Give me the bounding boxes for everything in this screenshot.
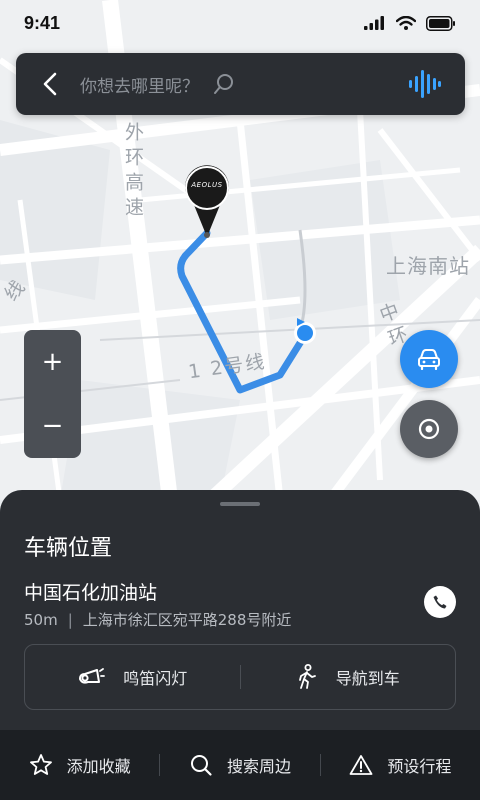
distance-text: 50m — [24, 610, 58, 629]
brand-logo: AEOLUS — [191, 181, 223, 189]
phone-icon — [433, 595, 447, 609]
battery-icon — [426, 15, 455, 31]
search-bar[interactable]: 你想去哪里呢？ — [16, 53, 465, 115]
preset-trip-label: 预设行程 — [387, 757, 452, 776]
preset-trip-tab[interactable]: 预设行程 — [321, 730, 480, 800]
search-nearby-label: 搜索周边 — [226, 757, 291, 776]
zoom-controls: + − — [24, 330, 81, 458]
chevron-left-icon — [43, 72, 57, 96]
car-location-marker[interactable]: AEOLUS — [184, 165, 230, 239]
navigate-to-car-button[interactable]: 导航到车 — [241, 645, 456, 709]
my-location-button[interactable] — [400, 400, 458, 458]
back-button[interactable] — [28, 53, 72, 115]
star-icon — [29, 754, 52, 775]
zoom-out-button[interactable]: − — [24, 394, 81, 458]
target-icon — [418, 418, 440, 440]
vehicle-actions: 鸣笛闪灯 导航到车 — [24, 644, 456, 710]
map-label-station: 上海南站 — [386, 254, 470, 278]
car-locate-button[interactable] — [400, 330, 458, 388]
walking-icon — [298, 664, 316, 689]
vehicle-location-sheet: 车辆位置 中国石化加油站 50m | 上海市徐汇区宛平路288号附近 鸣笛闪灯 … — [0, 490, 480, 730]
horn-icon — [79, 668, 106, 684]
search-input[interactable]: 你想去哪里呢？ — [80, 72, 199, 97]
search-icon[interactable] — [213, 73, 235, 95]
navigate-to-car-label: 导航到车 — [335, 669, 400, 688]
search-nearby-tab[interactable]: 搜索周边 — [160, 730, 319, 800]
search-icon — [190, 755, 212, 776]
address-separator: | — [67, 610, 73, 629]
horn-flash-label: 鸣笛闪灯 — [123, 669, 188, 688]
sheet-title: 车辆位置 — [24, 536, 113, 561]
place-name: 中国石化加油站 — [24, 582, 158, 604]
map-label-outer-ring: 外环高速 — [122, 122, 144, 222]
warning-icon — [349, 755, 373, 775]
sheet-drag-handle[interactable] — [220, 502, 260, 506]
wifi-icon — [396, 16, 416, 30]
bottom-tab-bar: 添加收藏 搜索周边 预设行程 — [0, 730, 480, 800]
signal-icon — [364, 16, 384, 30]
horn-flash-button[interactable]: 鸣笛闪灯 — [25, 645, 240, 709]
car-icon — [418, 349, 440, 370]
address-text: 上海市徐汇区宛平路288号附近 — [82, 611, 292, 629]
call-button[interactable] — [424, 586, 456, 618]
zoom-in-button[interactable]: + — [24, 330, 81, 394]
place-address-line: 50m | 上海市徐汇区宛平路288号附近 — [24, 609, 291, 630]
status-time: 9:41 — [24, 12, 61, 33]
add-favorite-label: 添加收藏 — [66, 757, 131, 776]
add-favorite-tab[interactable]: 添加收藏 — [0, 730, 159, 800]
status-bar: 9:41 — [0, 0, 480, 46]
voice-wave-icon[interactable] — [409, 70, 441, 98]
